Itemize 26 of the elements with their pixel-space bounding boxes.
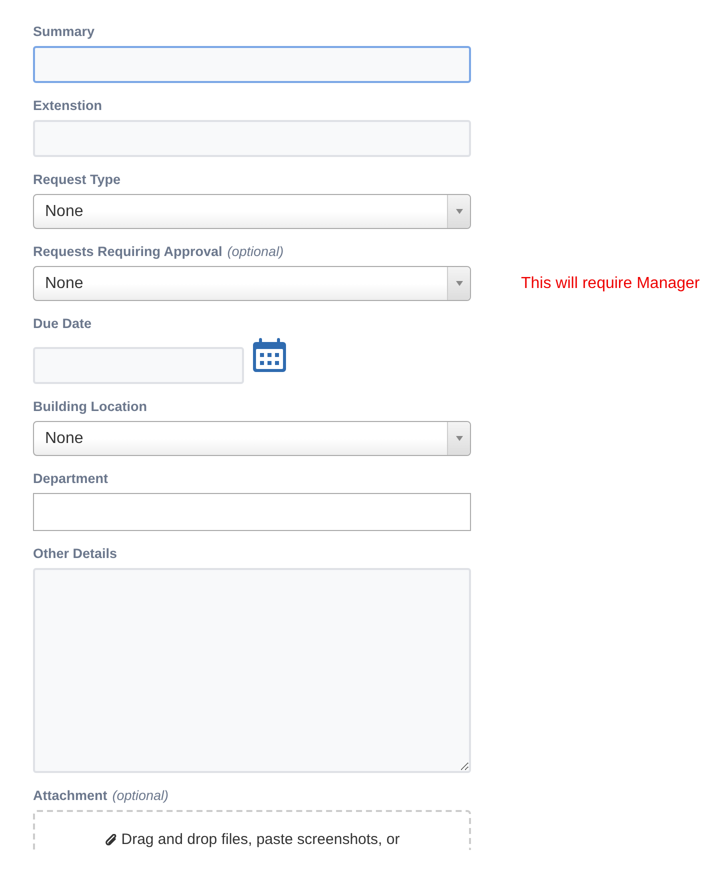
field-label: Requests Requiring Approval [33, 244, 222, 259]
field-label: Other Details [33, 546, 118, 561]
drop-instructions: Drag and drop files, paste screenshots, or [121, 831, 400, 848]
optional-hint: (optional) [227, 244, 284, 259]
warning-message: This will require Manager [521, 274, 700, 292]
caret-icon [456, 436, 462, 441]
text-field[interactable] [33, 493, 471, 531]
field-label: Due Date [33, 316, 93, 331]
field-label: Attachment [33, 788, 108, 803]
dropdown[interactable]: None [33, 421, 471, 456]
caret-icon [456, 209, 462, 214]
optional-hint: (optional) [112, 788, 169, 803]
calendar-icon[interactable] [252, 338, 287, 373]
paperclip-icon [104, 834, 118, 848]
text-area[interactable] [33, 568, 471, 773]
field-label: Building Location [33, 399, 148, 414]
dropdown[interactable]: None [33, 194, 471, 229]
dropdown[interactable]: None [33, 266, 471, 301]
field-label: Request Type [33, 172, 122, 187]
caret-icon [456, 281, 462, 286]
field-label: Extenstion [33, 98, 104, 113]
text-field[interactable] [33, 46, 471, 83]
date-field[interactable] [33, 347, 244, 384]
field-label: Summary [33, 24, 96, 39]
field-label: Department [33, 471, 110, 486]
file-drop-zone[interactable]: Drag and drop files, paste screenshots, or [33, 810, 471, 850]
